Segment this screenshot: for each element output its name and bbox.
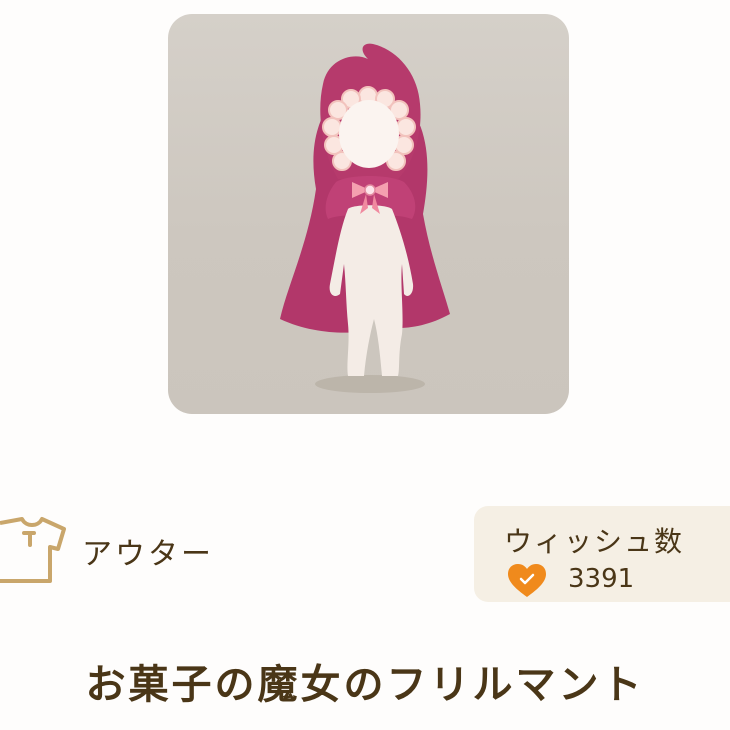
wish-count: 3391 [568, 564, 635, 594]
heart-check-icon [508, 564, 546, 597]
category-label: アウター [82, 537, 214, 572]
wish-label: ウィッシュ数 [504, 525, 685, 558]
item-name: お菓子の魔女のフリルマント [85, 662, 645, 708]
item-preview-card[interactable] [168, 14, 569, 414]
item-detail-page: アウター ウィッシュ数 3391 お菓子の魔女のフリルマント [0, 0, 730, 730]
shirt-icon [0, 517, 66, 583]
item-category: アウター [0, 515, 214, 587]
hooded-cape-mannequin-icon [280, 43, 450, 393]
wish-count-box: ウィッシュ数 3391 [474, 506, 730, 602]
